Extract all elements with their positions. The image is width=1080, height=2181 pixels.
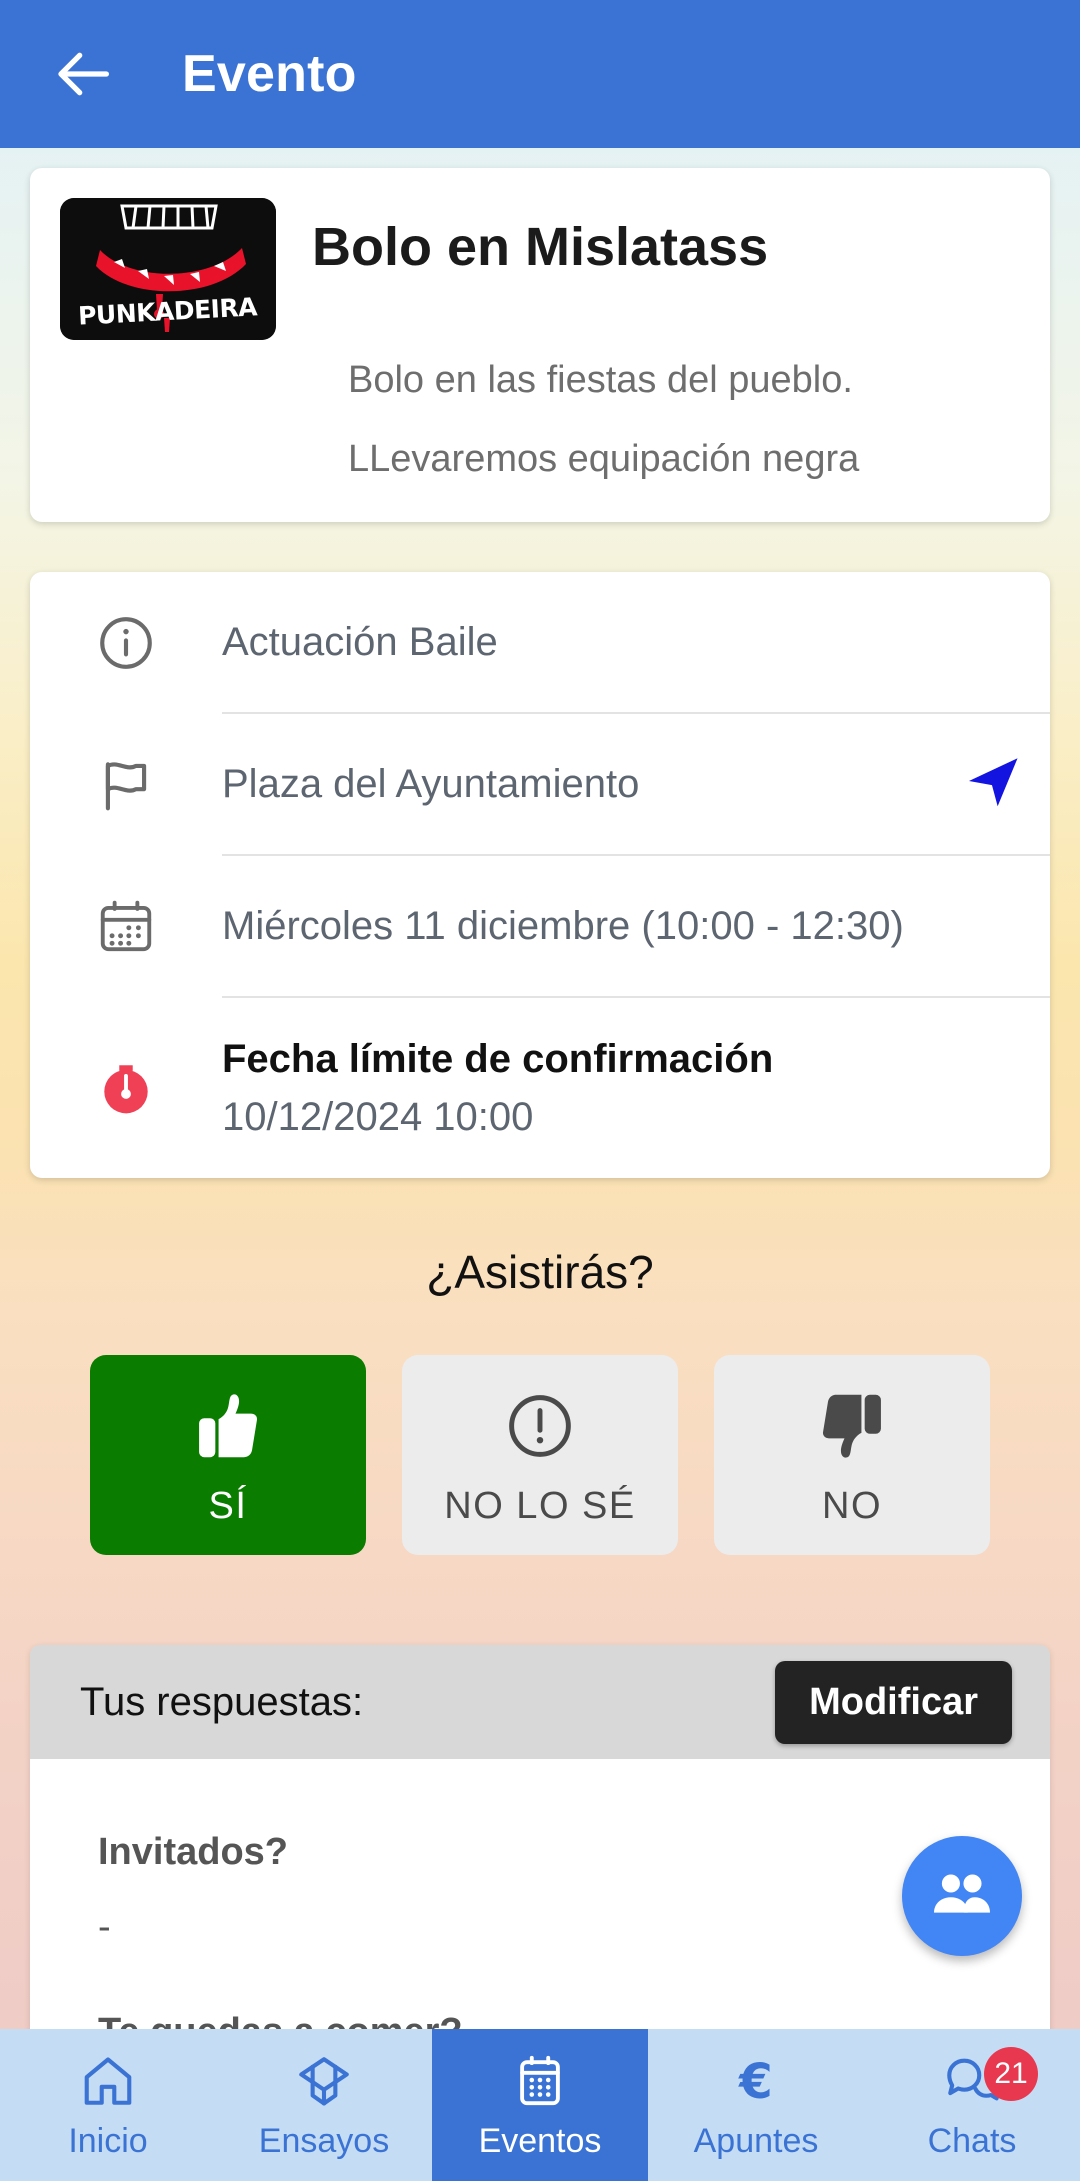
thumbs-up-icon [189, 1383, 267, 1469]
detail-deadline-label: Fecha límite de confirmación [222, 1037, 774, 1081]
nav-item-apuntes[interactable]: € Apuntes [648, 2029, 864, 2181]
home-icon [79, 2050, 137, 2112]
app-bar: Evento [0, 0, 1080, 148]
exclamation-circle-icon [503, 1383, 577, 1469]
info-circle-icon [30, 572, 222, 714]
bottom-navigation-bar: Inicio Ensayos Eventos € Apuntes Chats 2… [0, 2029, 1080, 2181]
detail-row-deadline: Fecha límite de confirmación 10/12/2024 … [30, 998, 1050, 1178]
detail-body-deadline: Fecha límite de confirmación 10/12/2024 … [222, 998, 1050, 1178]
nav-item-chats[interactable]: Chats 21 [864, 2029, 1080, 2181]
answer-question-guests-label: Invitados? [98, 1831, 289, 1873]
detail-body-activity: Actuación Baile [222, 572, 1050, 714]
attendance-options: SÍ NO LO SÉ NO [90, 1355, 990, 1555]
back-button[interactable] [46, 35, 124, 113]
graduation-cap-icon [295, 2050, 353, 2112]
event-logo: PUNKADEIRA [60, 198, 276, 340]
navigation-arrow-icon[interactable] [962, 751, 1024, 818]
event-details-card: Actuación Baile Plaza del Ayuntamiento M… [30, 572, 1050, 1178]
event-summary-top: PUNKADEIRA Bolo en Mislatass [60, 194, 1020, 340]
calendar-icon [511, 2050, 569, 2112]
guests-fab-button[interactable] [902, 1836, 1022, 1956]
detail-row-date: Miércoles 11 diciembre (10:00 - 12:30) [30, 856, 1050, 998]
stopwatch-icon [30, 998, 222, 1178]
chats-unread-badge: 21 [984, 2047, 1038, 2101]
detail-row-activity: Actuación Baile [30, 572, 1050, 714]
event-description-line-1: Bolo en las fiestas del pueblo. [348, 359, 853, 401]
event-detail-screen: Evento PUNKADEIRA Bolo en Mislatass Bolo… [0, 0, 1080, 2181]
detail-body-date: Miércoles 11 diciembre (10:00 - 12:30) [222, 856, 1050, 998]
your-answers-header: Tus respuestas: Modificar [30, 1645, 1050, 1759]
nav-item-inicio-label: Inicio [68, 2121, 148, 2160]
detail-row-location: Plaza del Ayuntamiento [30, 714, 1050, 856]
attendance-option-maybe-label: NO LO SÉ [444, 1484, 636, 1527]
nav-item-eventos-label: Eventos [478, 2121, 602, 2160]
svg-text:€: € [738, 2053, 773, 2109]
euro-icon: € [727, 2050, 785, 2112]
thumbs-down-icon [813, 1383, 891, 1469]
detail-activity-text: Actuación Baile [222, 619, 498, 664]
detail-date-text: Miércoles 11 diciembre (10:00 - 12:30) [222, 903, 904, 948]
flag-icon [30, 714, 222, 856]
nav-item-ensayos[interactable]: Ensayos [216, 2029, 432, 2181]
attendance-option-maybe[interactable]: NO LO SÉ [402, 1355, 678, 1555]
event-summary-card: PUNKADEIRA Bolo en Mislatass Bolo en las… [30, 168, 1050, 522]
nav-item-eventos[interactable]: Eventos [432, 2029, 648, 2181]
attendance-option-no[interactable]: NO [714, 1355, 990, 1555]
calendar-icon [30, 856, 222, 998]
nav-item-inicio[interactable]: Inicio [0, 2029, 216, 2181]
punkadeira-logo-icon: PUNKADEIRA [60, 198, 276, 340]
event-description-line-2: LLevaremos equipación negra [348, 438, 860, 480]
attendance-option-yes[interactable]: SÍ [90, 1355, 366, 1555]
detail-body-location: Plaza del Ayuntamiento [222, 714, 1050, 856]
detail-location-text: Plaza del Ayuntamiento [222, 761, 640, 806]
nav-item-ensayos-label: Ensayos [258, 2121, 390, 2160]
attendance-question: ¿Asistirás? [426, 1246, 654, 1298]
attendance-option-yes-label: SÍ [208, 1484, 248, 1527]
arrow-left-icon [53, 42, 117, 106]
page-title: Evento [182, 45, 357, 103]
event-title: Bolo en Mislatass [312, 217, 769, 277]
your-answers-title: Tus respuestas: [80, 1679, 364, 1724]
nav-item-chats-label: Chats [927, 2121, 1017, 2160]
nav-item-apuntes-label: Apuntes [693, 2121, 819, 2160]
answer-question-guests-value: - [98, 1906, 111, 1948]
people-group-icon [927, 1859, 997, 1934]
attendance-option-no-label: NO [822, 1484, 882, 1527]
detail-deadline-value: 10/12/2024 10:00 [222, 1095, 534, 1139]
modify-button[interactable]: Modificar [775, 1660, 1012, 1744]
